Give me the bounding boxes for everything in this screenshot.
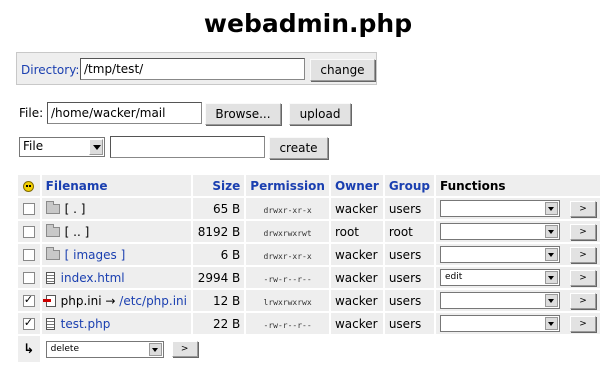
group-header[interactable]: Group — [384, 175, 434, 196]
file-permission: drwxr-xr-x — [263, 205, 312, 215]
file-owner: wacker — [330, 290, 383, 311]
directory-input[interactable] — [80, 58, 305, 80]
chevron-down-icon — [545, 225, 558, 238]
file-group: users — [384, 198, 434, 219]
row-checkbox[interactable] — [22, 272, 35, 284]
table-row: [ . ] 65 B drwxr-xr-x wacker users > — [18, 198, 600, 219]
bulk-action-value: delete — [50, 343, 79, 354]
return-arrow-icon: ↳ — [23, 341, 35, 357]
file-name-link[interactable]: index.html — [61, 271, 125, 285]
go-button[interactable]: > — [570, 315, 596, 332]
function-select[interactable]: edit — [440, 269, 560, 286]
file-size: 8192 B — [193, 221, 245, 242]
page-title: webadmin.php — [203, 9, 413, 38]
functions-header: Functions — [436, 175, 600, 196]
upload-file-input[interactable] — [47, 102, 202, 124]
chevron-down-icon — [545, 271, 558, 284]
bulk-go-button[interactable]: > — [171, 341, 198, 357]
file-group: users — [384, 290, 434, 311]
create-type-value: File — [23, 139, 44, 153]
create-type-select[interactable]: File — [19, 137, 105, 157]
create-button[interactable]: create — [269, 137, 328, 159]
owner-header[interactable]: Owner — [330, 175, 383, 196]
table-header-row: Filename Size Permission Owner Group Fun… — [18, 175, 600, 196]
function-select[interactable] — [440, 292, 560, 309]
chevron-down-icon — [545, 202, 558, 215]
file-name-link[interactable]: [ images ] — [65, 248, 126, 262]
permission-header[interactable]: Permission — [246, 175, 329, 196]
go-button[interactable]: > — [570, 292, 596, 309]
file-size: 2994 B — [193, 267, 245, 288]
select-all-header[interactable] — [18, 175, 40, 196]
chevron-down-icon — [545, 294, 558, 307]
file-name: [ . ] — [64, 201, 86, 216]
directory-label: Directory: — [21, 63, 80, 77]
symlink-icon — [42, 295, 56, 307]
file-owner: wacker — [330, 267, 383, 288]
row-checkbox[interactable] — [22, 226, 35, 238]
file-group: root — [384, 221, 434, 242]
symlink-target-link[interactable]: /etc/php.ini — [119, 294, 187, 308]
bulk-action-row: ↳ delete > — [18, 336, 600, 362]
file-name: [ .. ] — [64, 224, 90, 239]
bulk-action-select[interactable]: delete — [45, 340, 164, 358]
folder-icon — [45, 201, 60, 214]
file-owner: wacker — [330, 198, 383, 219]
file-permission: lrwxrwxrwx — [263, 297, 312, 307]
folder-icon — [45, 247, 60, 260]
table-row: [ .. ] 8192 B drwxrwxrwt root root > — [18, 221, 600, 242]
file-permission: -rw-r--r-- — [263, 320, 312, 330]
file-group: users — [384, 244, 434, 265]
file-owner: root — [330, 221, 383, 242]
directory-panel: Directory: change — [16, 52, 377, 85]
file-icon — [45, 272, 55, 284]
function-select[interactable] — [440, 246, 560, 263]
file-size: 6 B — [193, 244, 245, 265]
row-checkbox[interactable] — [22, 293, 35, 307]
file-size: 22 B — [193, 313, 245, 334]
file-label: File: — [19, 106, 44, 120]
filename-header[interactable]: Filename — [41, 175, 191, 196]
file-icon — [45, 318, 55, 330]
function-select[interactable] — [440, 200, 560, 217]
chevron-down-icon — [545, 317, 558, 330]
table-row: index.html 2994 B -rw-r--r-- wacker user… — [18, 267, 600, 288]
change-button[interactable]: change — [310, 59, 375, 81]
table-row: [ images ] 6 B drwxr-xr-x wacker users > — [18, 244, 600, 265]
row-checkbox[interactable] — [22, 249, 35, 261]
go-button[interactable]: > — [570, 200, 596, 217]
file-permission: -rw-r--r-- — [263, 274, 312, 284]
go-button[interactable]: > — [570, 223, 596, 240]
file-size: 65 B — [193, 198, 245, 219]
function-value: edit — [445, 272, 463, 282]
smiley-icon — [23, 180, 35, 192]
table-row: test.php 22 B -rw-r--r-- wacker users > — [18, 313, 600, 334]
go-button[interactable]: > — [570, 269, 596, 286]
file-size: 12 B — [193, 290, 245, 311]
chevron-down-icon — [89, 139, 103, 155]
file-table: Filename Size Permission Owner Group Fun… — [16, 173, 602, 364]
function-select[interactable] — [440, 315, 560, 332]
table-row: php.ini → /etc/php.ini 12 B lrwxrwxrwx w… — [18, 290, 600, 311]
file-owner: wacker — [330, 313, 383, 334]
file-name-link[interactable]: test.php — [61, 317, 111, 331]
symlink-arrow: → — [105, 293, 116, 308]
file-group: users — [384, 267, 434, 288]
go-button[interactable]: > — [570, 246, 596, 263]
file-permission: drwxr-xr-x — [263, 251, 312, 261]
file-group: users — [384, 313, 434, 334]
file-name: php.ini — [60, 293, 102, 308]
folder-icon — [45, 224, 60, 237]
row-checkbox[interactable] — [22, 316, 35, 330]
size-header[interactable]: Size — [193, 175, 245, 196]
row-checkbox[interactable] — [22, 203, 35, 215]
browse-button[interactable]: Browse... — [205, 103, 281, 125]
function-select[interactable] — [440, 223, 560, 240]
chevron-down-icon — [545, 248, 558, 261]
chevron-down-icon — [148, 342, 162, 356]
file-permission: drwxrwxrwt — [263, 228, 312, 238]
create-name-input[interactable] — [110, 136, 265, 158]
upload-button[interactable]: upload — [289, 103, 351, 125]
file-owner: wacker — [330, 244, 383, 265]
